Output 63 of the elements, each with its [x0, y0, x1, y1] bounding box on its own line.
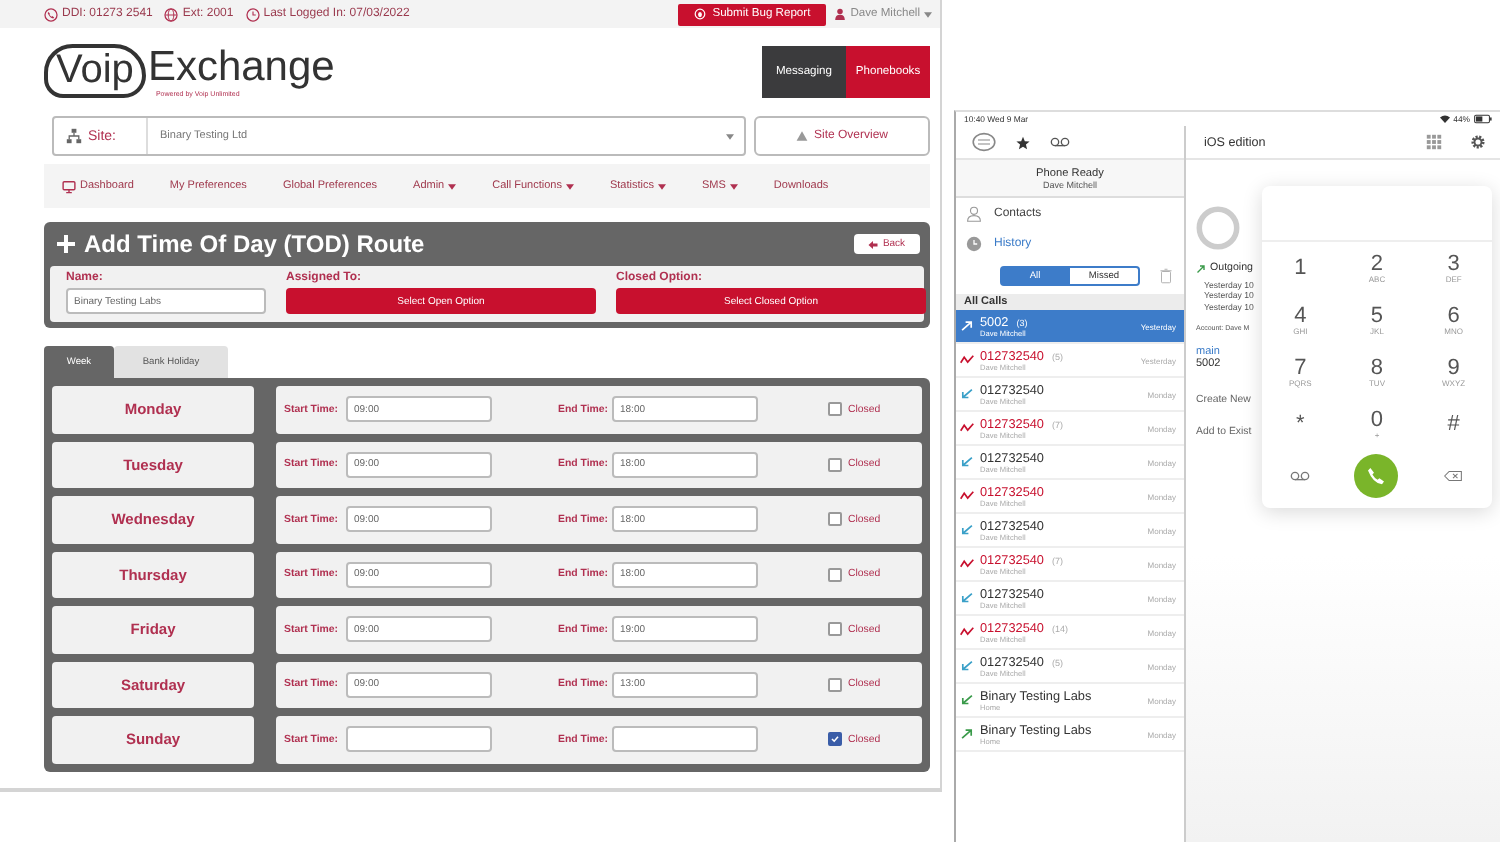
missed-call-icon: [960, 422, 974, 434]
logo-text: Voip: [44, 44, 146, 98]
plus-icon: [56, 234, 76, 254]
incoming-arrow-icon: [960, 456, 974, 468]
missed-call-icon: [960, 490, 974, 502]
start-time-input[interactable]: [346, 726, 492, 753]
closed-checkbox[interactable]: [828, 677, 842, 692]
caret-icon: [729, 183, 738, 189]
panel-title: Add Time Of Day (TOD) Route: [84, 230, 425, 258]
keypad-key[interactable]: 1: [1286, 257, 1315, 279]
outgoing-arrow-icon: [1196, 263, 1206, 273]
voicemail-icon[interactable]: [1050, 136, 1070, 148]
logo-icon[interactable]: [972, 132, 996, 152]
closed-checkbox[interactable]: [828, 732, 842, 747]
call-button[interactable]: [1354, 454, 1399, 498]
trash-icon[interactable]: [1160, 268, 1172, 284]
keypad-key[interactable]: *: [1286, 413, 1315, 435]
voicemail-icon: [1290, 470, 1311, 482]
logo-text: Exchange: [147, 45, 335, 89]
missed-call-icon: [960, 354, 974, 366]
incoming-arrow-icon: [960, 592, 974, 604]
closed-checkbox[interactable]: [828, 457, 842, 472]
incoming-arrow-icon: [960, 388, 974, 400]
user-icon: [834, 8, 847, 20]
globe-icon: [164, 7, 179, 21]
battery-icon: [1474, 114, 1492, 124]
caret-icon: [924, 11, 932, 17]
warning-icon: [795, 130, 808, 142]
monitor-icon: [62, 179, 76, 193]
arrow-left-icon: [868, 239, 879, 249]
phone-icon: [44, 7, 58, 21]
wifi-icon: [1439, 114, 1450, 124]
closed-checkbox[interactable]: [828, 567, 842, 582]
outgoing-arrow-icon: [960, 728, 974, 740]
phone-icon: [1366, 466, 1387, 486]
keypad-icon[interactable]: [1426, 134, 1442, 150]
missed-call-icon: [960, 626, 974, 638]
closed-checkbox[interactable]: [828, 512, 842, 527]
outgoing-arrow-icon: [960, 320, 974, 332]
backspace-icon: [1444, 470, 1463, 482]
end-time-input[interactable]: [612, 726, 758, 753]
caret-icon: [565, 183, 574, 189]
closed-checkbox[interactable]: [828, 402, 842, 417]
caret-icon: [448, 183, 457, 189]
settings-icon[interactable]: [1470, 134, 1486, 150]
missed-call-icon: [960, 558, 974, 570]
star-icon[interactable]: [1016, 135, 1030, 149]
keypad-key[interactable]: #: [1439, 413, 1468, 435]
history-icon: [966, 235, 982, 251]
checkmark-icon: [830, 734, 840, 745]
closed-checkbox[interactable]: [828, 622, 842, 637]
incoming-arrow-icon: [960, 660, 974, 672]
person-icon: [966, 205, 982, 221]
voicemail-key[interactable]: [1286, 470, 1315, 482]
caret-icon: [726, 133, 734, 139]
sitemap-icon: [66, 128, 82, 144]
incoming-arrow-icon: [960, 524, 974, 536]
caret-icon: [658, 183, 666, 189]
incoming-arrow-icon: [960, 694, 974, 706]
avatar-icon: [1196, 206, 1240, 250]
bug-icon: [694, 8, 707, 20]
clock-icon: [245, 7, 260, 21]
backspace-key[interactable]: [1439, 470, 1468, 482]
